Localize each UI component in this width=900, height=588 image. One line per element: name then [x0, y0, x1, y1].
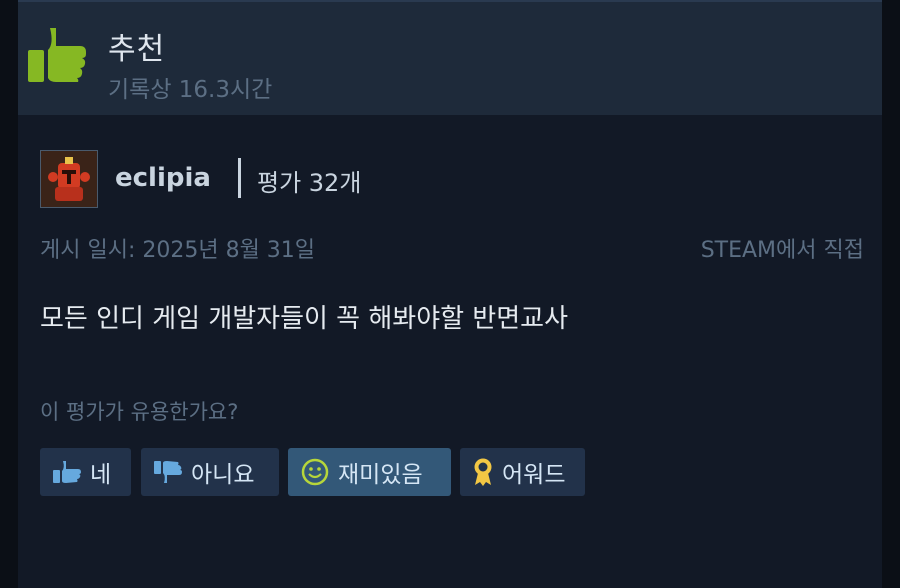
vote-no-button[interactable]: 아니요 — [141, 448, 279, 496]
knight-avatar-icon — [41, 151, 97, 207]
hours-on-record: 기록상 16.3시간 — [108, 77, 273, 103]
recommendation-title: 추천 — [108, 32, 166, 67]
vote-no-label: 아니요 — [191, 462, 255, 488]
posted-date: 게시 일시: 2025년 8월 31일 — [40, 238, 316, 263]
thumbs-up-icon — [28, 28, 86, 82]
review-card: 추천 기록상 16.3시간 eclipia 평가 32개 게시 일시: 2025… — [18, 0, 882, 588]
vote-yes-label: 네 — [90, 462, 112, 488]
thumbs-down-icon — [153, 459, 183, 485]
award-label: 어워드 — [502, 462, 566, 488]
avatar[interactable] — [40, 150, 98, 208]
vote-yes-button[interactable]: 네 — [40, 448, 131, 496]
author-name[interactable]: eclipia — [115, 163, 211, 193]
award-button[interactable]: 어워드 — [460, 448, 585, 496]
review-body: 모든 인디 게임 개발자들이 꼭 해봐야할 반면교사 — [40, 304, 568, 334]
divider — [238, 158, 241, 198]
review-header: 추천 기록상 16.3시간 — [18, 0, 882, 115]
thumbs-up-icon — [52, 459, 82, 485]
purchase-source: STEAM에서 직접 — [700, 238, 864, 263]
smiley-icon — [300, 457, 330, 487]
vote-funny-label: 재미있음 — [338, 462, 423, 488]
award-medal-icon — [472, 457, 494, 487]
helpful-prompt: 이 평가가 유용한가요? — [40, 400, 239, 424]
vote-funny-button[interactable]: 재미있음 — [288, 448, 451, 496]
author-review-count[interactable]: 평가 32개 — [257, 163, 361, 198]
